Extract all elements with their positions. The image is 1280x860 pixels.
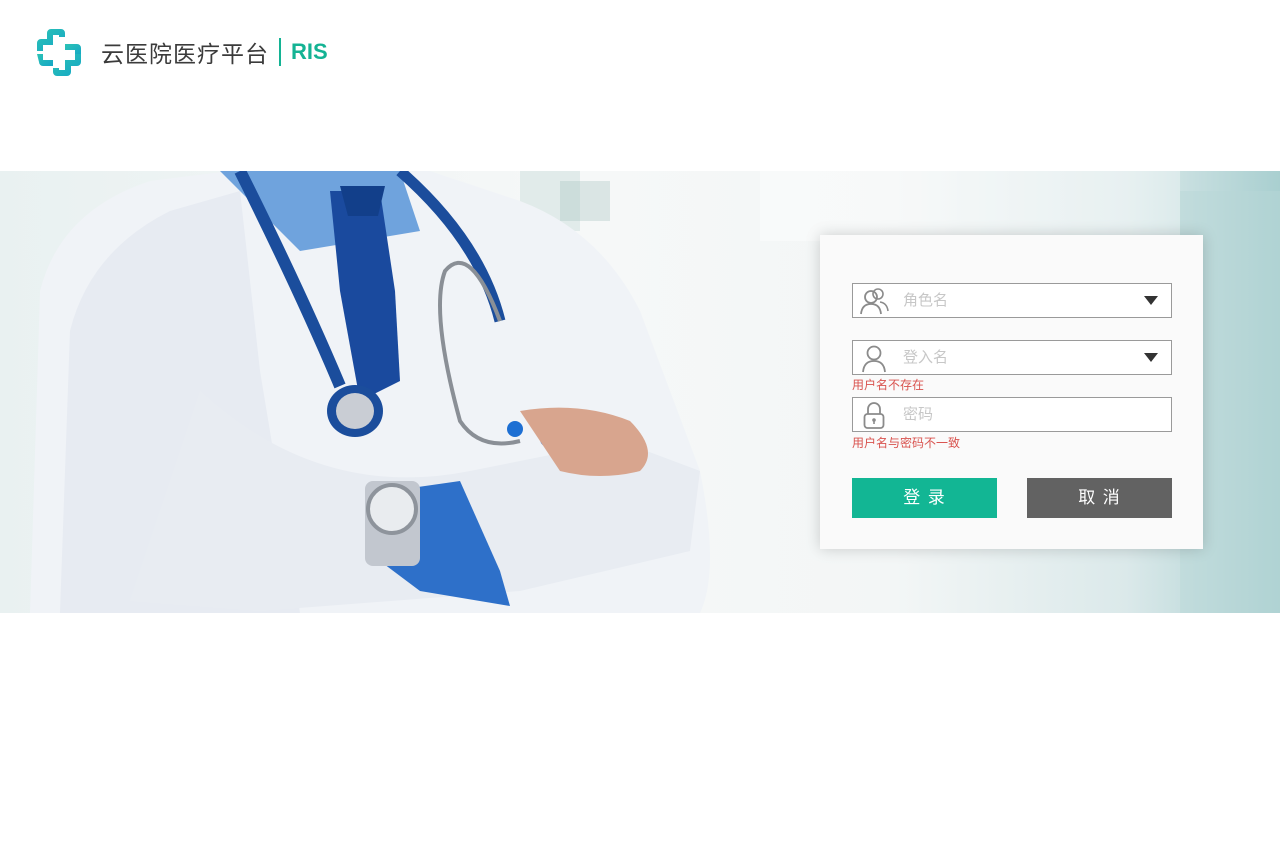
username-error: 用户名不存在 — [852, 378, 925, 392]
login-name-select[interactable]: 登入名 — [852, 340, 1172, 375]
role-select[interactable]: 角色名 — [852, 283, 1172, 318]
chevron-down-icon[interactable] — [1144, 353, 1158, 362]
login-card: 角色名 登入名 用户名不存在 密码 用户名与密码不一致 登 录 取 消 — [820, 235, 1203, 549]
password-placeholder: 密码 — [903, 405, 934, 423]
lock-icon — [863, 402, 885, 429]
users-icon — [860, 288, 889, 315]
logo: 云医院医疗平台 RIS — [33, 26, 328, 78]
login-name-placeholder: 登入名 — [903, 348, 949, 366]
role-placeholder: 角色名 — [903, 291, 949, 309]
app-title: 云医院医疗平台 — [101, 42, 269, 68]
header: 云医院医疗平台 RIS — [0, 0, 1280, 171]
logo-divider — [279, 38, 281, 66]
cancel-button[interactable]: 取 消 — [1027, 478, 1172, 518]
chevron-down-icon[interactable] — [1144, 296, 1158, 305]
medical-cross-logo-icon — [37, 29, 81, 76]
password-error: 用户名与密码不一致 — [852, 436, 961, 450]
app-suffix: RIS — [291, 39, 328, 64]
password-field[interactable]: 密码 — [852, 397, 1172, 432]
user-icon — [862, 345, 886, 373]
login-button[interactable]: 登 录 — [852, 478, 997, 518]
